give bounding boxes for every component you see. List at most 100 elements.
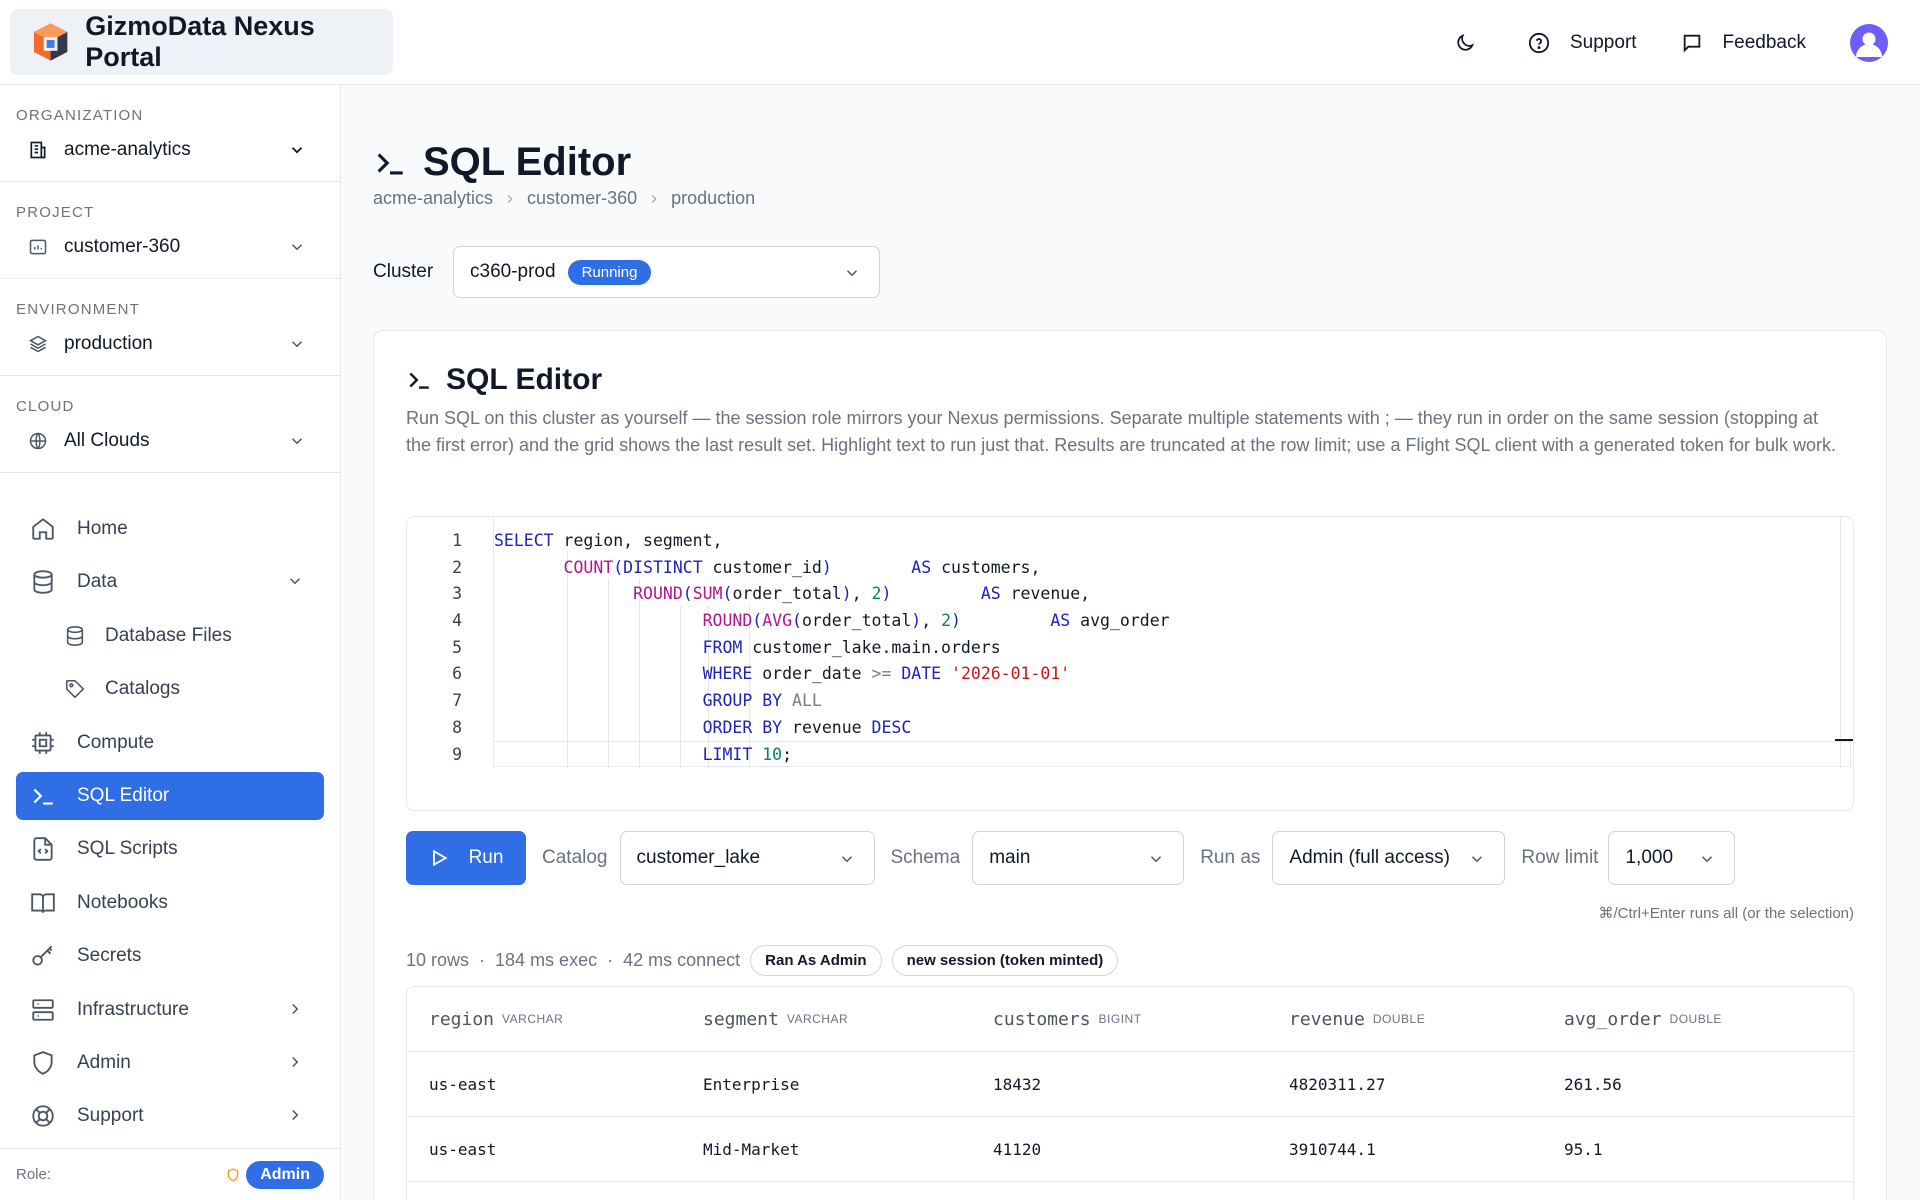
sidebar-item-notebooks[interactable]: Notebooks <box>16 879 324 927</box>
support-button[interactable]: Support <box>1528 32 1637 54</box>
code-line: COUNT(DISTINCT customer_id) AS customers… <box>563 557 1041 577</box>
sidebar-item-sql-scripts[interactable]: SQL Scripts <box>16 825 324 873</box>
feedback-label: Feedback <box>1722 31 1806 53</box>
sidebar-item-label: Notebooks <box>77 891 168 913</box>
exec-time: 184 ms exec <box>495 950 598 970</box>
role-value: Admin <box>246 1160 324 1189</box>
line-number: 1 <box>452 530 462 550</box>
breadcrumb-item[interactable]: production <box>671 188 755 209</box>
sidebar-item-infrastructure[interactable]: Infrastructure <box>16 986 324 1034</box>
breadcrumb-item[interactable]: acme-analytics <box>373 188 493 209</box>
cloud-value: All Clouds <box>64 430 150 451</box>
cluster-select[interactable]: c360-prod Running <box>453 246 880 298</box>
code-line: FROM customer_lake.main.orders <box>702 637 1001 657</box>
sidebar-item-label: Catalogs <box>105 678 180 700</box>
chevron-right-icon <box>286 1053 304 1071</box>
sql-editor-card: SQL Editor Run SQL on this cluster as yo… <box>373 330 1887 1200</box>
column-type: BIGINT <box>1098 1012 1142 1026</box>
project-selector[interactable]: customer-360 <box>28 228 306 266</box>
status-badge: Running <box>567 259 652 285</box>
column-header[interactable]: segment VARCHAR <box>703 987 848 1051</box>
breadcrumb-item[interactable]: customer-360 <box>527 188 637 209</box>
sidebar-item-catalogs[interactable]: Catalogs <box>16 665 324 713</box>
code-line: WHERE order_date >= DATE '2026-01-01' <box>702 663 1071 683</box>
app-title: GizmoData Nexus Portal <box>85 11 315 72</box>
sidebar-item-label: Infrastructure <box>77 998 189 1020</box>
sidebar-item-data[interactable]: Data <box>16 558 324 606</box>
row-limit-select[interactable]: 1,000 <box>1608 831 1736 885</box>
table-row[interactable]: us-east Mid-Market 41120 3910744.1 95.1 <box>407 1117 1853 1182</box>
schema-value: main <box>989 847 1031 868</box>
org-label: ORGANIZATION <box>16 107 144 124</box>
sidebar-item-admin[interactable]: Admin <box>16 1039 324 1087</box>
line-number: 7 <box>452 690 462 710</box>
sidebar-item-home[interactable]: Home <box>16 505 324 553</box>
file-code-icon <box>30 836 58 862</box>
sidebar-item-secrets[interactable]: Secrets <box>16 932 324 980</box>
top-header: GizmoData Nexus Portal Support Feedback <box>0 0 1920 85</box>
sidebar-item-database-files[interactable]: Database Files <box>16 612 324 660</box>
sidebar-item-label: Support <box>77 1105 144 1127</box>
server-icon <box>30 997 58 1023</box>
shield-icon <box>227 1167 239 1182</box>
sidebar: ORGANIZATION acme-analytics PROJECT cust… <box>0 85 341 1200</box>
table-cell: Enterprise <box>703 1074 800 1094</box>
line-number: 6 <box>452 663 462 683</box>
home-icon <box>30 516 58 542</box>
column-type: DOUBLE <box>1669 1012 1722 1026</box>
column-name: avg_order <box>1564 1008 1662 1030</box>
sidebar-item-label: SQL Editor <box>77 784 170 806</box>
cloud-selector[interactable]: All Clouds <box>28 422 306 460</box>
editor-scrollbar[interactable] <box>1840 517 1841 768</box>
project-label: PROJECT <box>16 204 95 221</box>
terminal-icon <box>377 152 403 174</box>
support-label: Support <box>1570 31 1637 53</box>
card-title: SQL Editor <box>406 363 602 397</box>
editor-scroll-thumb[interactable] <box>1835 739 1853 741</box>
run-button[interactable]: Run <box>406 831 526 885</box>
chevron-down-icon <box>1147 850 1165 868</box>
avatar[interactable] <box>1850 23 1888 62</box>
lifebuoy-icon <box>30 1103 58 1129</box>
result-stats: 10 rows · 184 ms exec · 42 ms connect Ra… <box>406 945 1119 976</box>
column-header[interactable]: customers BIGINT <box>993 987 1142 1051</box>
org-selector-block: ORGANIZATION acme-analytics <box>0 85 340 182</box>
sql-code-editor[interactable]: 1 SELECT region, segment, 2 COUNT(DISTINC… <box>406 516 1854 811</box>
schema-label: Schema <box>890 847 961 868</box>
chevron-right-icon <box>503 192 517 206</box>
org-selector[interactable]: acme-analytics <box>28 131 306 169</box>
run-as-select[interactable]: Admin (full access) <box>1272 831 1506 885</box>
database-icon <box>64 625 86 647</box>
column-header[interactable]: avg_order DOUBLE <box>1564 987 1722 1051</box>
run-as-value: Admin (full access) <box>1289 847 1450 868</box>
moon-icon[interactable] <box>1454 32 1476 54</box>
feedback-button[interactable]: Feedback <box>1681 32 1806 54</box>
table-cell: 4820311.27 <box>1289 1074 1386 1094</box>
project-selector-block: PROJECT customer-360 <box>0 182 340 279</box>
sidebar-item-compute[interactable]: Compute <box>16 719 324 767</box>
column-header[interactable]: region VARCHAR <box>429 987 563 1051</box>
column-type: VARCHAR <box>502 1012 564 1026</box>
cpu-icon <box>30 730 58 756</box>
brand[interactable]: GizmoData Nexus Portal <box>10 9 393 75</box>
chevron-down-icon <box>291 341 303 348</box>
row-count: 10 rows <box>406 950 470 970</box>
user-icon <box>1856 32 1882 57</box>
code-line: ROUND(SUM(order_total), 2) AS revenue, <box>633 583 1091 603</box>
role-badge: Admin <box>226 1160 324 1189</box>
chevron-down-icon <box>1698 850 1716 868</box>
column-header[interactable]: revenue DOUBLE <box>1289 987 1425 1051</box>
connect-time: 42 ms connect <box>623 950 741 970</box>
environment-label: ENVIRONMENT <box>16 301 141 318</box>
code-line: ROUND(AVG(order_total), 2) AS avg_order <box>702 610 1170 630</box>
schema-select[interactable]: main <box>972 831 1185 885</box>
sidebar-item-support[interactable]: Support <box>16 1092 324 1140</box>
catalog-select[interactable]: customer_lake <box>619 831 875 885</box>
column-type: VARCHAR <box>786 1012 849 1026</box>
sidebar-item-sql-editor[interactable]: SQL Editor <box>16 771 324 820</box>
column-name: customers <box>993 1008 1091 1030</box>
card-description: Run SQL on this cluster as yourself — th… <box>406 408 1837 455</box>
environment-selector[interactable]: production <box>28 325 306 363</box>
table-row[interactable]: us-east Enterprise 18432 4820311.27 261.… <box>407 1052 1853 1117</box>
key-icon <box>30 943 58 969</box>
